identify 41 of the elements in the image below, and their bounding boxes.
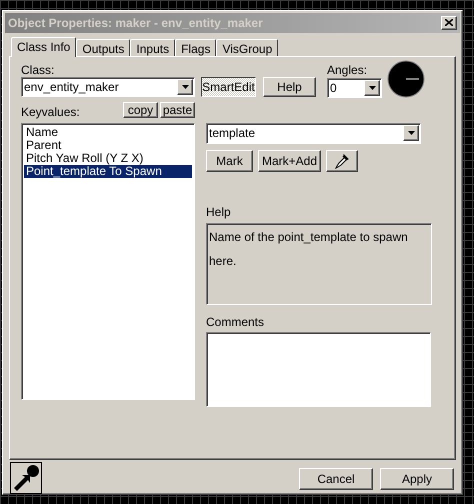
close-icon (445, 19, 453, 26)
list-item[interactable]: Point_template To Spawn (24, 164, 192, 178)
copy-button[interactable]: copy (123, 102, 158, 118)
help-label: Help (206, 204, 232, 221)
tab[interactable]: Class Info (11, 36, 76, 57)
list-item[interactable]: Parent (24, 138, 192, 152)
smartedit-button[interactable]: SmartEdit (201, 76, 256, 97)
angles-combo[interactable]: 0 (327, 78, 382, 98)
tab[interactable]: VisGroup (216, 38, 278, 56)
arrow-ball-icon (12, 464, 40, 492)
help-button[interactable]: Help (263, 76, 316, 97)
class-combo[interactable]: env_entity_maker (21, 76, 195, 97)
value-combo[interactable]: template (206, 122, 421, 144)
class-label: Class: (21, 62, 56, 77)
dialog-button[interactable]: Apply (380, 468, 454, 490)
comments-field[interactable] (206, 332, 431, 407)
tab[interactable]: Flags (175, 38, 216, 56)
list-item[interactable]: Name (24, 126, 192, 139)
caret-icon (182, 84, 188, 89)
angle-dial[interactable] (387, 60, 425, 98)
help-text: Name of the point_template to spawn here. (209, 230, 408, 268)
dropdown-button[interactable] (364, 80, 380, 96)
caret-icon (408, 131, 414, 136)
pointer-tool-button[interactable] (10, 462, 42, 494)
comments-label: Comments (206, 314, 266, 331)
window-title: Object Properties: maker - env_entity_maker (8, 14, 263, 32)
mark-button[interactable]: Mark (206, 150, 253, 172)
close-button[interactable] (441, 16, 457, 30)
eyedropper-button[interactable] (326, 150, 358, 172)
list-item[interactable]: Pitch Yaw Roll (Y Z X) (24, 152, 192, 165)
tab[interactable]: Inputs (130, 38, 176, 56)
dialog-button[interactable]: Cancel (299, 468, 373, 490)
angles-label: Angles: (327, 62, 368, 78)
dropdown-button[interactable] (177, 78, 193, 95)
tab[interactable]: Outputs (76, 38, 130, 56)
eyedropper-icon (334, 152, 350, 169)
paste-button[interactable]: paste (160, 102, 195, 118)
dropdown-button[interactable] (403, 125, 419, 142)
keyvalues-label: Keyvalues: (21, 104, 80, 121)
mark-button[interactable]: Mark+Add (258, 150, 321, 172)
caret-icon (368, 86, 376, 90)
